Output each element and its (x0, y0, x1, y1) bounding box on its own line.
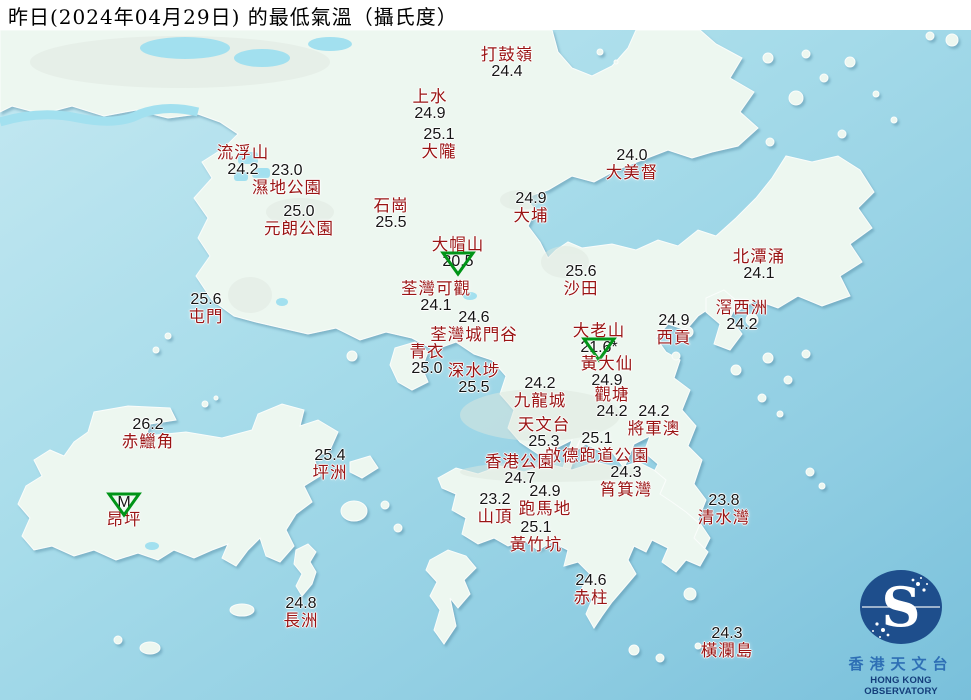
station-name: 長洲 (283, 611, 319, 630)
station: 24.0 大美督 (552, 147, 712, 181)
station-value: 24.9 (515, 190, 547, 207)
station: 24.8 長洲 (221, 595, 381, 629)
station-value: 25.1 (581, 430, 613, 447)
station-name: 昂坪 (106, 510, 142, 529)
station-name: 赤柱 (573, 588, 609, 607)
station: 24.6 赤柱 (511, 572, 671, 606)
station-name: 青衣 (409, 342, 445, 361)
page-title: 昨日(2024年04月29日) 的最低氣溫（攝氏度） (8, 4, 458, 29)
station-value: M (117, 494, 131, 511)
logo-name-chinese: 香港天文台 (848, 655, 954, 673)
station-name: 清水灣 (697, 508, 751, 527)
station: 24.9 大埔 (451, 190, 611, 224)
station-value: 24.6 (575, 572, 607, 589)
station-labels-layer: 打鼓嶺 24.4 上水 24.9 25.1 大隴 流浮山 24.2 24.0 大美督 23.0 濕地公… (0, 0, 971, 700)
station: M 昂坪 (44, 492, 204, 529)
logo-monogram: S (882, 575, 921, 639)
station-name: 黃竹坑 (509, 535, 563, 554)
station-name: 大老山 (572, 321, 626, 340)
station-value: 26.2 (132, 416, 164, 433)
station-value: 25.1 (423, 126, 455, 143)
station-name: 觀塘 (594, 385, 630, 404)
station: 北潭涌 24.1 (679, 248, 839, 282)
station-name: 荃灣可觀 (401, 279, 471, 298)
station-name: 坪洲 (312, 463, 348, 482)
station-name: 流浮山 (216, 143, 270, 162)
station-value: 25.6 (190, 291, 222, 308)
station: 25.6 屯門 (126, 291, 286, 325)
station-name: 打鼓嶺 (480, 45, 534, 64)
logo-name-english: HONG KONG OBSERVATORY (864, 675, 938, 697)
station-name: 濕地公園 (252, 178, 322, 197)
station-value: 25.0 (283, 203, 315, 220)
station-name: 北潭涌 (732, 247, 786, 266)
station-name: 上水 (412, 87, 448, 106)
station: 23.8 清水灣 (644, 492, 804, 526)
station-value: 25.6 (565, 263, 597, 280)
station-value: 23.2 (479, 491, 511, 508)
station-value: 24.0 (616, 147, 648, 164)
hko-logo-emblem: S (860, 570, 942, 644)
station-value: 24.9 (414, 105, 446, 122)
station-name: 沙田 (563, 279, 599, 298)
station: 24.3 橫瀾島 (647, 625, 807, 659)
station-value: 24.4 (491, 63, 523, 80)
station-name: 大埔 (513, 206, 549, 225)
title-bar: 昨日(2024年04月29日) 的最低氣溫（攝氏度） (0, 0, 971, 30)
station: 打鼓嶺 24.4 (427, 46, 587, 80)
station: 26.2 赤鱲角 (68, 416, 228, 450)
station-value: 24.1 (743, 265, 775, 282)
station: 25.1 大隴 (359, 126, 519, 160)
station-name: 大帽山 (431, 235, 485, 254)
station-value: 24.3 (610, 464, 642, 481)
station-value: 23.0 (271, 162, 303, 179)
station-value: 23.8 (708, 492, 740, 509)
station-name: 赤鱲角 (121, 432, 175, 451)
station: 25.0 元朗公園 (219, 203, 379, 237)
hko-logo: S 香港天文台 HONG KONG OBSERVATORY (835, 569, 967, 697)
station: 23.0 濕地公園 (207, 162, 367, 196)
station: 25.4 坪洲 (250, 447, 410, 481)
station-value: 25.1 (520, 519, 552, 536)
station: 25.6 沙田 (501, 263, 661, 297)
station-value: 24.8 (285, 595, 317, 612)
station-value: 24.3 (711, 625, 743, 642)
station-name: 元朗公園 (264, 219, 334, 238)
station-name: 屯門 (188, 307, 224, 326)
station-name: 大隴 (421, 142, 457, 161)
station-value: 25.4 (314, 447, 346, 464)
station-name: 大美督 (605, 163, 659, 182)
station: 25.1 黃竹坑 (456, 519, 616, 553)
station: 上水 24.9 (350, 88, 510, 122)
station: 大老山 21.6* (519, 321, 679, 363)
station-name: 橫瀾島 (700, 641, 754, 660)
